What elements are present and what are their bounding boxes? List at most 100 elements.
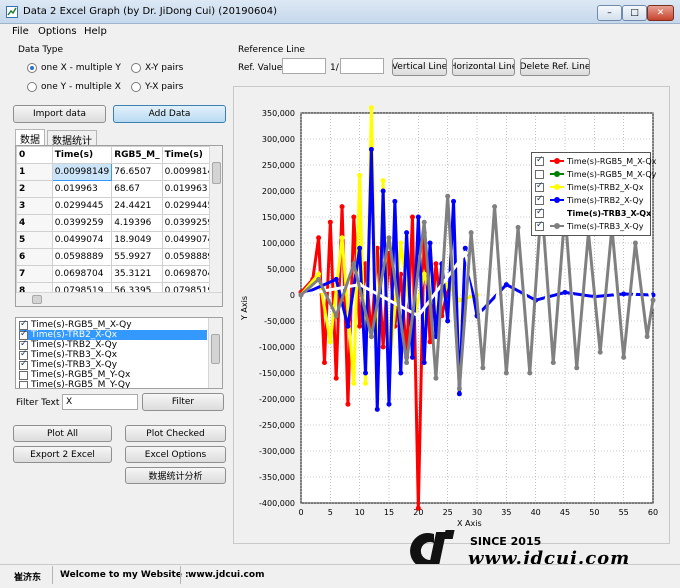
plot-checked-button[interactable]: Plot Checked <box>125 425 226 442</box>
y-tick-label: 150,000 <box>262 213 295 222</box>
legend-checkbox[interactable] <box>535 169 544 179</box>
minimize-button[interactable]: – <box>597 5 622 21</box>
legend-item[interactable]: Time(s)-TRB2_X-Qx <box>535 181 643 193</box>
table-cell[interactable]: 4.19396 <box>111 214 163 232</box>
table-cell[interactable]: 0.0299445 <box>51 197 113 215</box>
table-cell[interactable]: 0.00998149 <box>51 163 113 181</box>
legend-item[interactable]: Time(s)-RGB5_M_X-Qx <box>535 155 656 167</box>
close-button[interactable]: ✕ <box>647 5 674 21</box>
table-row: 1 0.00998149 76.6507 0.00998149 <box>16 163 222 181</box>
data-point <box>380 188 386 194</box>
plot-all-button[interactable]: Plot All <box>13 425 112 442</box>
list-item[interactable]: Time(s)-RGB5_M_Y-Qx <box>19 370 207 380</box>
menu-help[interactable]: Help <box>84 26 107 37</box>
legend-checkbox[interactable] <box>535 155 544 166</box>
table-cell[interactable]: 0.0698704 <box>51 265 113 283</box>
y-tick-label: -350,000 <box>259 473 295 482</box>
table-cell[interactable]: 55.9927 <box>111 248 163 266</box>
list-vertical-scroll-thumb[interactable] <box>211 334 220 364</box>
series-checkbox[interactable] <box>19 370 28 380</box>
data-point <box>527 370 533 376</box>
list-item[interactable]: Time(s)-TRB3_X-Qy <box>19 359 207 370</box>
row-header[interactable]: 5 <box>16 231 53 249</box>
status-welcome: Welcome to my Website : <box>60 570 189 580</box>
legend-checkbox[interactable] <box>535 207 544 218</box>
table-cell[interactable]: 0.0499074 <box>51 231 113 249</box>
horizontal-line-button[interactable]: Horizontal Line <box>452 58 515 76</box>
table-cell[interactable]: 0.019963 <box>51 180 113 198</box>
y-tick-label: -150,000 <box>259 369 295 378</box>
list-vertical-scrollbar[interactable] <box>208 318 222 388</box>
row-header[interactable]: 2 <box>16 180 53 198</box>
add-data-button[interactable]: Add Data <box>113 105 226 123</box>
data-point <box>486 339 492 345</box>
table-cell[interactable]: 0.0598889 <box>51 248 113 266</box>
data-point <box>298 292 304 298</box>
tab-data[interactable]: 数据 <box>15 129 45 146</box>
filter-button[interactable]: Filter <box>142 393 224 411</box>
data-point <box>427 240 433 246</box>
menu-options[interactable]: Options <box>38 26 77 37</box>
data-point <box>316 276 322 282</box>
list-item[interactable]: Time(s)-RGB5_M_Y-Qy <box>19 380 207 389</box>
row-header[interactable]: 3 <box>16 197 53 215</box>
menu-file[interactable]: File <box>12 26 29 37</box>
list-item[interactable]: Time(s)-TRB3_X-Qx <box>19 349 207 360</box>
row-header[interactable]: 4 <box>16 214 53 232</box>
legend-checkbox[interactable] <box>535 194 544 205</box>
grid-vertical-scrollbar[interactable] <box>209 146 222 292</box>
maximize-button[interactable]: □ <box>622 5 647 21</box>
list-item-label: Time(s)-RGB5_M_X-Qy <box>31 320 132 330</box>
grid-vertical-scroll-thumb[interactable] <box>212 162 221 184</box>
radio-y-x-pairs[interactable] <box>131 82 141 92</box>
radio-one-y-multiple-x[interactable] <box>27 82 37 92</box>
list-item-label: Time(s)-RGB5_M_Y-Qy <box>31 380 131 389</box>
legend-checkbox[interactable] <box>535 220 544 231</box>
list-item[interactable]: Time(s)-TRB2_X-Qx <box>19 329 207 340</box>
radio-x-y-pairs[interactable] <box>131 63 141 73</box>
legend-item[interactable]: Time(s)-TRB3_X-Qy <box>535 220 643 232</box>
y-tick-label: -400,000 <box>259 499 295 508</box>
column-header[interactable]: RGB5_M_ <box>111 146 163 164</box>
row-header[interactable]: 1 <box>16 163 53 181</box>
tab-data-statistics[interactable]: 数据统计 <box>47 130 97 147</box>
list-item[interactable]: Time(s)-TRB2_X-Qy <box>19 339 207 350</box>
data-point <box>445 318 451 324</box>
legend-item[interactable]: Time(s)-TRB2_X-Qy <box>535 194 643 206</box>
delete-ref-line-button[interactable]: Delete Ref. Line <box>520 58 590 76</box>
legend-checkbox[interactable] <box>535 181 544 192</box>
list-item[interactable]: Time(s)-RGB5_M_X-Qy <box>19 319 207 330</box>
table-cell[interactable]: 76.6507 <box>111 163 163 181</box>
row-header[interactable]: 7 <box>16 265 53 283</box>
column-header[interactable]: 0 <box>16 146 53 164</box>
ref-value-input[interactable] <box>282 58 326 74</box>
export-to-excel-button[interactable]: Export 2 Excel <box>13 446 112 463</box>
chart-legend[interactable]: Time(s)-RGB5_M_X-Qx Time(s)-RGB5_M_X-Qy … <box>531 152 656 236</box>
grid-horizontal-scroll-thumb[interactable] <box>32 295 42 304</box>
series-checkbox[interactable] <box>19 359 28 370</box>
filter-text-input[interactable]: X <box>62 394 138 410</box>
column-header[interactable]: Time(s) <box>51 146 113 164</box>
legend-item[interactable]: Time(s)-TRB3_X-Qx <box>535 207 651 219</box>
import-data-button[interactable]: Import data <box>13 105 106 123</box>
table-cell[interactable]: 0.0399259 <box>51 214 113 232</box>
data-point <box>632 240 638 246</box>
table-cell[interactable]: 18.9049 <box>111 231 163 249</box>
table-cell[interactable]: 35.3121 <box>111 265 163 283</box>
legend-item[interactable]: Time(s)-RGB5_M_X-Qy <box>535 168 656 180</box>
ratio-input[interactable] <box>340 58 384 74</box>
series-checkbox[interactable] <box>19 380 28 388</box>
statistics-analysis-button[interactable]: 数据统计分析 <box>125 467 226 484</box>
status-website[interactable]: www.jdcui.com <box>188 570 264 580</box>
data-point <box>392 198 398 204</box>
radio-x-y-pairs-label: X-Y pairs <box>145 63 184 73</box>
table-cell[interactable]: 24.4421 <box>111 197 163 215</box>
vertical-line-button[interactable]: Vertical Line <box>392 58 447 76</box>
excel-options-button[interactable]: Excel Options <box>125 446 226 463</box>
grid-horizontal-scrollbar[interactable] <box>16 292 222 306</box>
radio-one-x-multiple-y[interactable] <box>27 63 37 73</box>
table-cell[interactable]: 68.67 <box>111 180 163 198</box>
row-header[interactable]: 6 <box>16 248 53 266</box>
x-tick-label: 35 <box>501 508 511 517</box>
data-point <box>339 204 345 210</box>
